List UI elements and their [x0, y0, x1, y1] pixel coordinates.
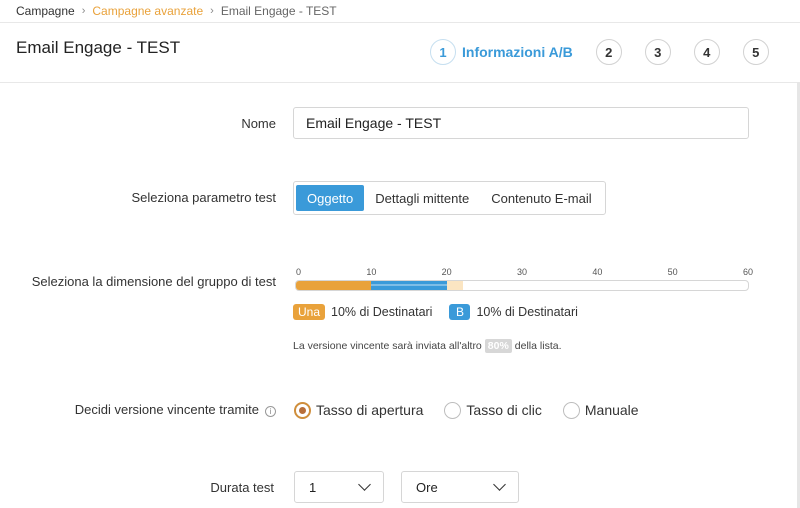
radio-tasso-clic[interactable]: Tasso di clic	[444, 401, 542, 419]
legend-a-text: 10% di Destinatari	[331, 305, 433, 319]
page-title: Email Engage - TEST	[16, 38, 181, 57]
slider-tick-60: 60	[742, 267, 754, 277]
slider-tick-50: 50	[667, 267, 678, 277]
header-divider	[0, 82, 800, 83]
step-1[interactable]: 1 Informazioni A/B	[430, 39, 573, 65]
slider-segment-a	[296, 281, 372, 290]
slider-tick-10: 10	[366, 267, 377, 277]
slider-segment-b	[371, 281, 447, 290]
note-after: della lista.	[514, 340, 562, 352]
badge-a: Una	[293, 304, 326, 320]
step-4[interactable]: 4	[693, 39, 720, 65]
wizard-steps: 1 Informazioni A/B 2 3 4 5	[430, 38, 769, 66]
step-number: 3	[644, 39, 671, 65]
duration-label: Durata test	[210, 480, 274, 495]
winner-label: Decidi versione vincente tramite i	[75, 402, 276, 417]
test-param-mittente[interactable]: Dettagli mittente	[364, 185, 480, 211]
badge-b: B	[449, 304, 471, 320]
radio-tasso-apertura[interactable]: Tasso di apertura	[294, 401, 424, 419]
step-2[interactable]: 2	[595, 39, 622, 65]
step-5[interactable]: 5	[742, 39, 769, 65]
slider-tick-20: 20	[441, 267, 452, 277]
group-size-label: Seleziona la dimensione del gruppo di te…	[31, 274, 276, 289]
chevron-right-icon: ›	[81, 5, 86, 17]
step-number: 2	[595, 39, 622, 65]
radio-label: Tasso di apertura	[316, 402, 424, 418]
step-3[interactable]: 3	[644, 39, 671, 65]
group-size-slider[interactable]	[295, 280, 749, 291]
radio-unchecked-icon	[562, 401, 580, 419]
test-param-segmented: Oggetto Dettagli mittente Contenuto E-ma…	[293, 181, 606, 215]
chevron-right-icon: ›	[210, 5, 214, 17]
slider-ticks: 0 10 20 30 40 50 60	[296, 267, 753, 279]
breadcrumb-campagne[interactable]: Campagne	[16, 4, 75, 18]
slider-handle[interactable]	[446, 281, 463, 290]
test-param-contenuto[interactable]: Contenuto E-mail	[480, 185, 602, 211]
breadcrumb-campagne-avanzate[interactable]: Campagne avanzate	[92, 4, 203, 18]
info-icon[interactable]: i	[265, 406, 276, 417]
duration-unit-select[interactable]: Ore	[401, 471, 519, 503]
group-legend: Una 10% di Destinatari B 10% di Destinat…	[293, 303, 578, 321]
duration-value: 1	[309, 479, 317, 495]
slider-tick-30: 30	[516, 267, 528, 277]
radio-label: Manuale	[584, 402, 639, 418]
step-number: 5	[742, 39, 769, 65]
radio-manuale[interactable]: Manuale	[562, 401, 639, 419]
step-number: 4	[693, 39, 720, 65]
winner-label-text: Decidi versione vincente tramite	[74, 402, 259, 417]
slider-tick-0: 0	[296, 267, 302, 277]
chevron-down-icon	[358, 478, 371, 491]
step-label: Informazioni A/B	[462, 44, 573, 60]
radio-label: Tasso di clic	[466, 402, 542, 418]
duration-value-select[interactable]: 1	[294, 471, 384, 503]
remaining-percent-badge: 80%	[484, 339, 512, 353]
slider-tick-40: 40	[592, 267, 603, 277]
radio-checked-icon	[294, 401, 311, 419]
step-number: 1	[430, 39, 456, 65]
breadcrumb-divider	[0, 22, 800, 23]
duration-unit: Ore	[416, 479, 438, 495]
breadcrumb: Campagne › Campagne avanzate › Email Eng…	[16, 4, 337, 18]
name-input[interactable]	[293, 107, 749, 139]
test-param-oggetto[interactable]: Oggetto	[296, 185, 365, 211]
test-param-label: Seleziona parametro test	[131, 190, 276, 205]
name-label: Nome	[241, 116, 276, 131]
radio-unchecked-icon	[444, 401, 462, 419]
chevron-down-icon	[493, 478, 506, 491]
winner-note: La versione vincente sarà inviata all'al…	[293, 338, 562, 354]
winner-radio-group: Tasso di apertura Tasso di clic Manuale	[294, 400, 639, 420]
note-before: La versione vincente sarà inviata all'al…	[293, 340, 482, 352]
legend-b-text: 10% di Destinatari	[476, 305, 578, 319]
breadcrumb-current: Email Engage - TEST	[220, 4, 337, 18]
